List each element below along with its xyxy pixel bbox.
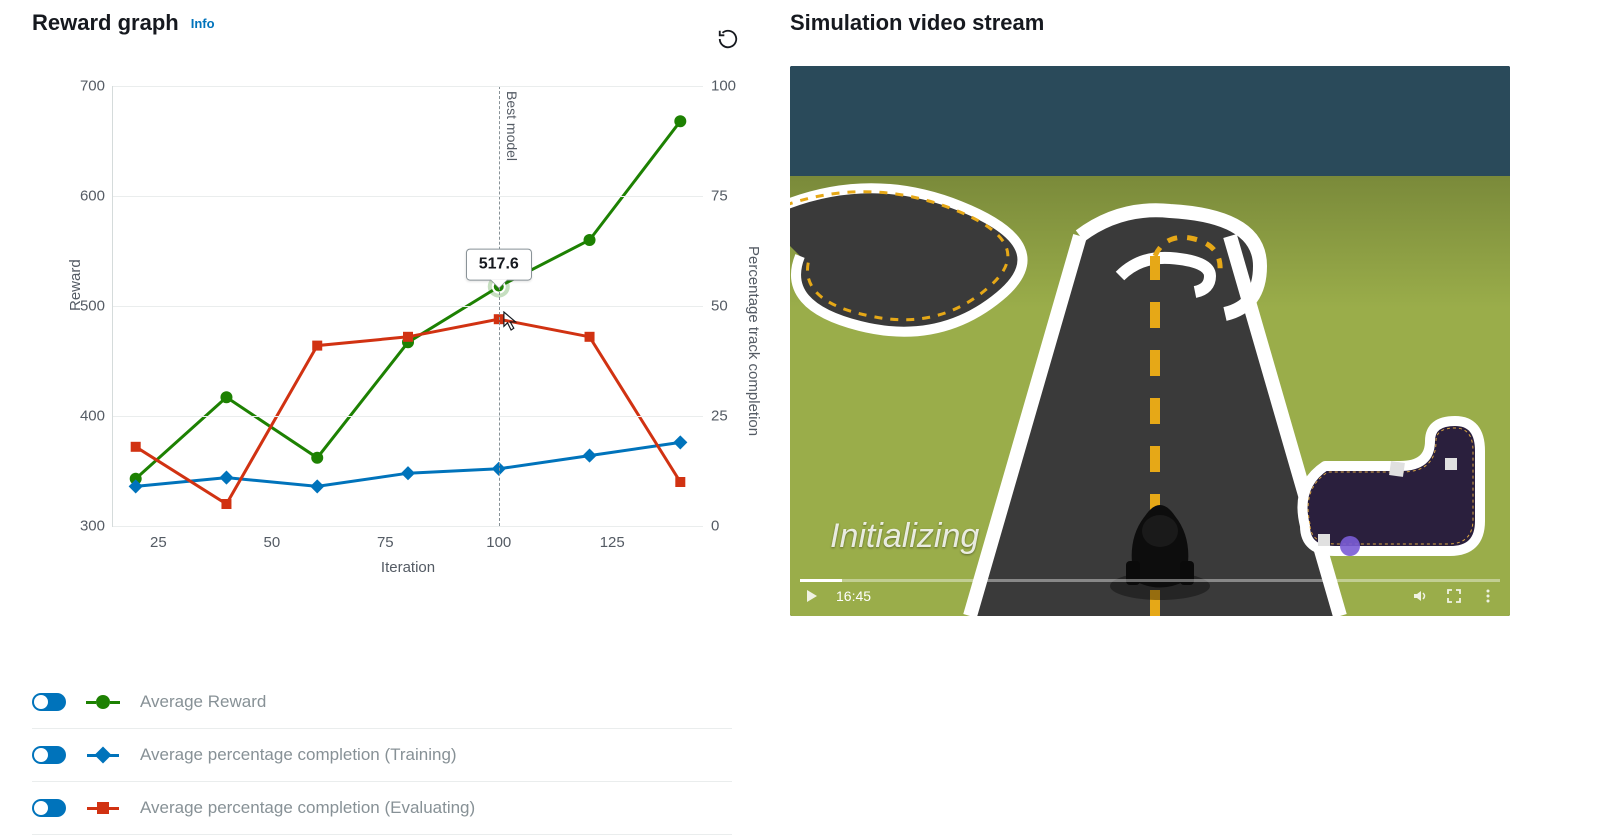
legend-row: Average percentage completion (Evaluatin… [32,782,732,835]
legend-toggle[interactable] [32,693,66,711]
legend-label: Average Reward [140,692,266,712]
y-tick-right: 25 [703,408,728,425]
legend-marker [80,695,126,709]
y-tick-right: 75 [703,188,728,205]
y-tick-left: 700 [80,78,113,95]
fullscreen-icon[interactable] [1446,588,1462,604]
chart-legend: Average Reward Average percentage complet… [32,676,732,835]
video-controls: 16:45 [790,576,1510,616]
legend-label: Average percentage completion (Training) [140,745,457,765]
x-tick: 50 [264,526,281,551]
info-link[interactable]: Info [191,16,215,31]
legend-label: Average percentage completion (Evaluatin… [140,798,475,818]
legend-toggle[interactable] [32,746,66,764]
y-axis-right-label: Percentage track completion [745,246,762,436]
refresh-icon [717,28,739,50]
more-icon[interactable] [1480,588,1496,604]
x-tick: 100 [486,526,511,551]
x-axis-label: Iteration [381,559,435,576]
y-tick-left: 300 [80,518,113,535]
reward-graph-title: Reward graph Info [32,10,732,36]
y-tick-right: 50 [703,298,728,315]
video-minimap [1280,406,1490,566]
video-title: Simulation video stream [790,10,1560,36]
reward-graph-title-text: Reward graph [32,10,179,36]
best-model-label: Best model [500,91,520,161]
reward-chart[interactable]: Reward Percentage track completion Best … [32,76,732,596]
refresh-button[interactable] [714,25,742,53]
legend-toggle[interactable] [32,799,66,817]
chart-tooltip: 517.6 [466,248,532,280]
video-time: 16:45 [836,588,871,604]
play-icon[interactable] [804,588,820,604]
y-tick-left: 600 [80,188,113,205]
y-tick-left: 500 [80,298,113,315]
x-tick: 125 [600,526,625,551]
y-tick-right: 100 [703,78,736,95]
legend-row: Average percentage completion (Training) [32,729,732,782]
x-tick: 25 [150,526,167,551]
y-tick-right: 0 [703,518,719,535]
simulation-video[interactable]: Initializing 16:45 [790,66,1510,616]
legend-marker [80,802,126,814]
video-status-text: Initializing [830,517,979,556]
legend-row: Average Reward [32,676,732,729]
cursor-icon [503,311,521,331]
y-tick-left: 400 [80,408,113,425]
legend-marker [80,749,126,761]
x-tick: 75 [377,526,394,551]
volume-icon[interactable] [1412,588,1428,604]
